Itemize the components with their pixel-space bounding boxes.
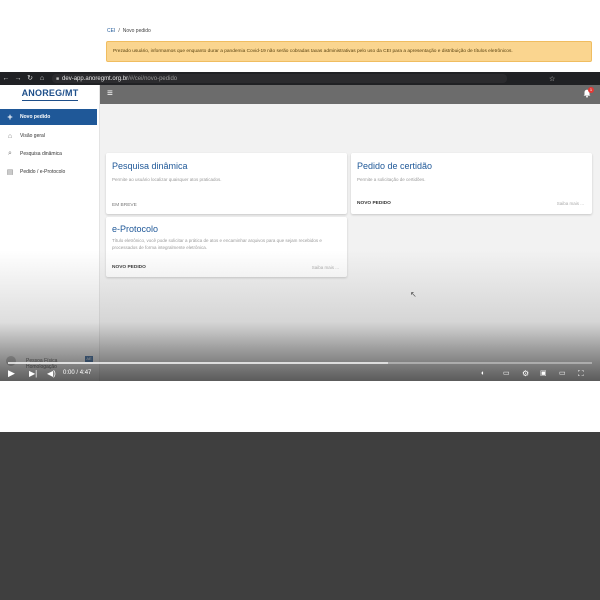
lock-icon: ■ xyxy=(56,75,60,82)
subtitles-icon[interactable]: ▭ xyxy=(503,368,510,379)
card-title: Pesquisa dinâmica xyxy=(112,161,188,171)
card-description: Permite ao usuário localizar quaisquer a… xyxy=(112,177,222,182)
plus-icon: + xyxy=(7,112,13,122)
logo-underline xyxy=(22,100,78,101)
new-order-button[interactable]: NOVO PEDIDO xyxy=(112,265,146,270)
url-host: dev-app.anoregmt.org.br xyxy=(62,75,129,82)
card-description: Título eletrônico, você pode solicitar a… xyxy=(112,238,322,250)
video-controls: ▶ ▶| ◀) 0:00 / 4:47 ◐ ▭ ⚙ ▣ ▭ ⛶ xyxy=(0,366,600,381)
hamburger-menu-icon[interactable]: ≡ xyxy=(107,88,113,99)
settings-gear-icon[interactable]: ⚙ xyxy=(522,368,529,379)
play-icon[interactable]: ▶ xyxy=(8,368,15,379)
sidebar-item-visao-geral[interactable]: ⌂ Visão geral xyxy=(0,128,97,144)
home-icon: ⌂ xyxy=(7,132,13,140)
video-buffered-bar xyxy=(8,362,388,364)
bookmark-star-icon[interactable]: ☆ xyxy=(549,75,555,83)
card-pesquisa-dinamica[interactable]: Pesquisa dinâmica Permite ao usuário loc… xyxy=(106,153,347,214)
fullscreen-icon[interactable]: ⛶ xyxy=(578,368,584,379)
reload-icon[interactable]: ↻ xyxy=(24,72,36,85)
current-time: 0:00 xyxy=(63,370,75,376)
sidebar-item-label: Novo pedido xyxy=(20,114,51,120)
covid-notice-alert: Prezado usuário, informamos que enquanto… xyxy=(106,41,592,62)
breadcrumb-current: Novo pedido xyxy=(122,28,151,34)
miniplayer-icon[interactable]: ▣ xyxy=(540,368,547,379)
card-e-protocolo[interactable]: e-Protocolo Título eletrônico, você pode… xyxy=(106,217,347,277)
top-app-bar: ≡ 1 xyxy=(100,85,600,104)
url-path: /#/cei/novo-pedido xyxy=(128,75,178,82)
learn-more-link[interactable]: Saiba mais ... xyxy=(312,265,339,270)
duration: 4:47 xyxy=(79,370,92,376)
card-title: Pedido de certidão xyxy=(357,161,433,171)
sidebar: ANOREG/MT + Novo pedido ⌂ Visão geral ⌕ … xyxy=(0,85,100,381)
back-arrow-icon[interactable]: ← xyxy=(0,72,12,85)
home-icon[interactable]: ⌂ xyxy=(36,72,48,85)
learn-more-link[interactable]: Saiba mais ... xyxy=(557,201,584,206)
card-description: Permite a solicitação de certidões. xyxy=(357,177,426,182)
autoplay-toggle-icon[interactable]: ◐ xyxy=(481,368,485,379)
volume-icon[interactable]: ◀) xyxy=(47,368,56,379)
time-separator: / xyxy=(76,370,79,376)
video-progress-bar[interactable] xyxy=(8,362,592,364)
sidebar-item-pedido-eprotocolo[interactable]: ▤ Pedido / e-Protocolo xyxy=(0,164,97,180)
video-time: 0:00 / 4:47 xyxy=(63,368,91,379)
page-footer-area xyxy=(0,432,600,600)
card-pedido-certidao[interactable]: Pedido de certidão Permite a solicitação… xyxy=(351,153,592,214)
document-icon: ▤ xyxy=(6,169,14,176)
app-logo[interactable]: ANOREG/MT xyxy=(0,88,100,98)
mouse-cursor-icon: ↖ xyxy=(410,290,417,299)
address-bar[interactable]: ■ dev-app.anoregmt.org.br/#/cei/novo-ped… xyxy=(52,74,507,83)
next-icon[interactable]: ▶| xyxy=(29,368,37,379)
breadcrumb-separator: / xyxy=(118,28,120,34)
sidebar-item-pesquisa-dinamica[interactable]: ⌕ Pesquisa dinâmica xyxy=(0,146,97,162)
coming-soon-label: EM BREVE xyxy=(112,203,137,208)
breadcrumb: CEI / Novo pedido xyxy=(107,28,151,34)
page: ← → ↻ ⌂ ■ dev-app.anoregmt.org.br/#/cei/… xyxy=(0,0,600,600)
browser-toolbar: ← → ↻ ⌂ ■ dev-app.anoregmt.org.br/#/cei/… xyxy=(0,72,600,85)
sidebar-item-label: Pesquisa dinâmica xyxy=(20,151,62,157)
theater-mode-icon[interactable]: ▭ xyxy=(559,368,566,379)
new-order-button[interactable]: NOVO PEDIDO xyxy=(357,201,391,206)
notification-count-badge: 1 xyxy=(588,87,594,93)
breadcrumb-root-link[interactable]: CEI xyxy=(107,28,115,34)
sidebar-item-label: Pedido / e-Protocolo xyxy=(20,169,66,175)
sidebar-item-novo-pedido[interactable]: + Novo pedido xyxy=(0,109,97,125)
search-icon: ⌕ xyxy=(8,150,12,157)
avatar xyxy=(6,356,16,366)
card-title: e-Protocolo xyxy=(112,224,159,234)
sidebar-item-label: Visão geral xyxy=(20,133,45,139)
forward-arrow-icon[interactable]: → xyxy=(12,72,24,85)
